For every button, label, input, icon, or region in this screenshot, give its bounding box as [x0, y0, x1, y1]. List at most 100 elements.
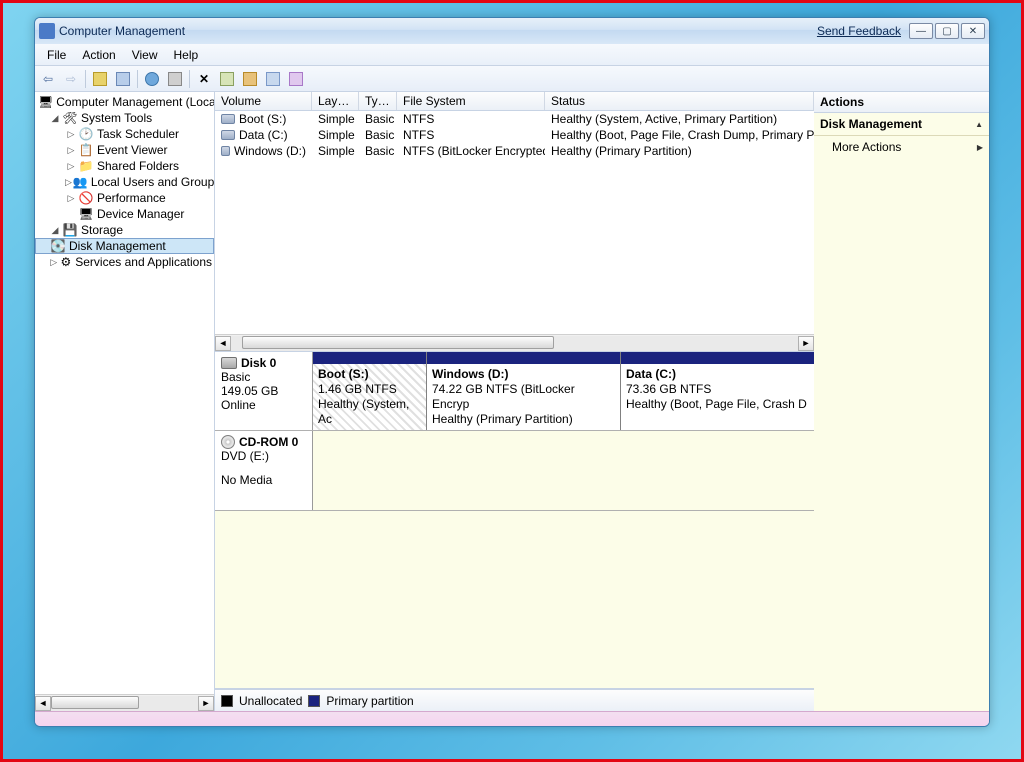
- tree-services-apps[interactable]: ▷⚙Services and Applications: [35, 254, 214, 270]
- tree-event-viewer[interactable]: ▷📋Event Viewer: [35, 142, 214, 158]
- volume-row[interactable]: Windows (D:) Simple Basic NTFS (BitLocke…: [215, 143, 814, 159]
- scroll-right-button[interactable]: ►: [198, 696, 214, 711]
- desktop-background: Computer Management Send Feedback — ▢ ✕ …: [0, 0, 1024, 762]
- partition-size: 74.22 GB NTFS (BitLocker Encryp: [432, 382, 615, 412]
- nav-forward-button[interactable]: ⇨: [60, 69, 82, 89]
- col-status[interactable]: Status: [545, 92, 814, 110]
- partition-title: Data (C:): [626, 367, 809, 382]
- mmc-root-icon: 🖥: [38, 95, 53, 109]
- tree-disk-management[interactable]: 💽Disk Management: [35, 238, 214, 254]
- cdrom-type: DVD (E:): [221, 449, 306, 463]
- action-more-actions[interactable]: More Actions ▶: [814, 136, 989, 158]
- vol-name: Boot (S:): [239, 112, 286, 126]
- tree-local-users[interactable]: ▷👥Local Users and Groups: [35, 174, 214, 190]
- menu-view[interactable]: View: [124, 46, 166, 64]
- tree-device-manager[interactable]: 🖥Device Manager: [35, 206, 214, 222]
- col-layout[interactable]: Layout: [312, 92, 359, 110]
- tree-task-scheduler[interactable]: ▷🕑Task Scheduler: [35, 126, 214, 142]
- scroll-right-button[interactable]: ►: [798, 336, 814, 351]
- mmc-window: Computer Management Send Feedback — ▢ ✕ …: [34, 17, 990, 727]
- menu-action[interactable]: Action: [74, 46, 123, 64]
- cdrom-name: CD-ROM 0: [239, 435, 298, 449]
- collapse-icon[interactable]: ◢: [49, 225, 61, 236]
- volume-list-body[interactable]: Boot (S:) Simple Basic NTFS Healthy (Sys…: [215, 111, 814, 334]
- tree-disk-management-label: Disk Management: [69, 239, 166, 253]
- volume-list-header: Volume Layout Type File System Status: [215, 92, 814, 111]
- graphical-empty-area: [215, 511, 814, 688]
- close-button[interactable]: ✕: [961, 23, 985, 39]
- tree-root[interactable]: 🖥 Computer Management (Local: [35, 94, 214, 110]
- settings-button[interactable]: [239, 69, 261, 89]
- partition-data[interactable]: Data (C:) 73.36 GB NTFS Healthy (Boot, P…: [621, 352, 814, 430]
- expand-icon[interactable]: ▷: [65, 177, 72, 188]
- properties-button[interactable]: [216, 69, 238, 89]
- tree-storage-label: Storage: [81, 223, 123, 237]
- expand-icon[interactable]: ▷: [65, 161, 77, 172]
- tree-shared-folders-label: Shared Folders: [97, 159, 179, 173]
- volume-row[interactable]: Boot (S:) Simple Basic NTFS Healthy (Sys…: [215, 111, 814, 127]
- refresh-button[interactable]: [164, 69, 186, 89]
- col-volume[interactable]: Volume: [215, 92, 312, 110]
- scroll-left-button[interactable]: ◄: [215, 336, 231, 351]
- partition-windows[interactable]: Windows (D:) 74.22 GB NTFS (BitLocker En…: [427, 352, 621, 430]
- up-level-button[interactable]: [89, 69, 111, 89]
- expand-icon[interactable]: ▷: [65, 145, 77, 156]
- rescan-button[interactable]: [262, 69, 284, 89]
- send-feedback-link[interactable]: Send Feedback: [817, 24, 901, 38]
- menu-help[interactable]: Help: [166, 46, 207, 64]
- collapse-icon[interactable]: ◢: [49, 113, 61, 124]
- menu-bar: File Action View Help: [35, 44, 989, 66]
- delete-button[interactable]: ✕: [193, 69, 215, 89]
- console-tree[interactable]: 🖥 Computer Management (Local ◢ 🛠 System …: [35, 92, 214, 694]
- tree-shared-folders[interactable]: ▷📁Shared Folders: [35, 158, 214, 174]
- title-bar[interactable]: Computer Management Send Feedback — ▢ ✕: [35, 18, 989, 44]
- vol-status: Healthy (System, Active, Primary Partiti…: [545, 112, 814, 126]
- extra-button[interactable]: [285, 69, 307, 89]
- scroll-thumb[interactable]: [51, 696, 139, 709]
- vol-fs: NTFS: [397, 128, 545, 142]
- expand-icon[interactable]: ▷: [49, 257, 59, 268]
- main-content: 🖥 Computer Management (Local ◢ 🛠 System …: [35, 92, 989, 711]
- partition-boot[interactable]: Boot (S:) 1.46 GB NTFS Healthy (System, …: [313, 352, 427, 430]
- storage-icon: 💾: [62, 223, 78, 237]
- vol-type: Basic: [359, 128, 397, 142]
- maximize-button[interactable]: ▢: [935, 23, 959, 39]
- scroll-left-button[interactable]: ◄: [35, 696, 51, 711]
- actions-group-disk-management[interactable]: Disk Management ▲: [814, 113, 989, 136]
- action-more-label: More Actions: [832, 140, 901, 154]
- disk0-label[interactable]: Disk 0 Basic 149.05 GB Online: [215, 352, 313, 430]
- tree-system-tools[interactable]: ◢ 🛠 System Tools: [35, 110, 214, 126]
- disk-mgmt-icon: 💽: [50, 239, 66, 253]
- partition-size: 73.36 GB NTFS: [626, 382, 809, 397]
- show-hide-tree-button[interactable]: [112, 69, 134, 89]
- volume-list-h-scrollbar[interactable]: ◄ ►: [215, 334, 814, 351]
- tree-performance-label: Performance: [97, 191, 166, 205]
- col-type[interactable]: Type: [359, 92, 397, 110]
- disk0-row[interactable]: Disk 0 Basic 149.05 GB Online Boot (S:) …: [215, 352, 814, 431]
- tree-performance[interactable]: ▷🚫Performance: [35, 190, 214, 206]
- volume-row[interactable]: Data (C:) Simple Basic NTFS Healthy (Boo…: [215, 127, 814, 143]
- actions-pane: Actions Disk Management ▲ More Actions ▶: [814, 92, 989, 711]
- tree-h-scrollbar[interactable]: ◄ ►: [35, 694, 214, 711]
- vol-name: Data (C:): [239, 128, 288, 142]
- disk0-status: Online: [221, 398, 306, 412]
- legend-unallocated-swatch: [221, 695, 233, 707]
- vol-type: Basic: [359, 112, 397, 126]
- cdrom-row[interactable]: CD-ROM 0 DVD (E:) No Media: [215, 431, 814, 511]
- tree-storage[interactable]: ◢💾Storage: [35, 222, 214, 238]
- window-title: Computer Management: [59, 24, 185, 38]
- menu-file[interactable]: File: [39, 46, 74, 64]
- minimize-button[interactable]: —: [909, 23, 933, 39]
- partition-header: [427, 352, 620, 364]
- expand-icon[interactable]: ▷: [65, 193, 77, 204]
- nav-back-button[interactable]: ⇦: [37, 69, 59, 89]
- cdrom-label[interactable]: CD-ROM 0 DVD (E:) No Media: [215, 431, 313, 510]
- tree-system-tools-label: System Tools: [81, 111, 152, 125]
- col-filesystem[interactable]: File System: [397, 92, 545, 110]
- legend-unallocated-label: Unallocated: [239, 694, 302, 708]
- help-button[interactable]: [141, 69, 163, 89]
- tree-task-scheduler-label: Task Scheduler: [97, 127, 179, 141]
- scroll-thumb[interactable]: [242, 336, 554, 349]
- expand-icon[interactable]: ▷: [65, 129, 77, 140]
- services-icon: ⚙: [60, 255, 73, 269]
